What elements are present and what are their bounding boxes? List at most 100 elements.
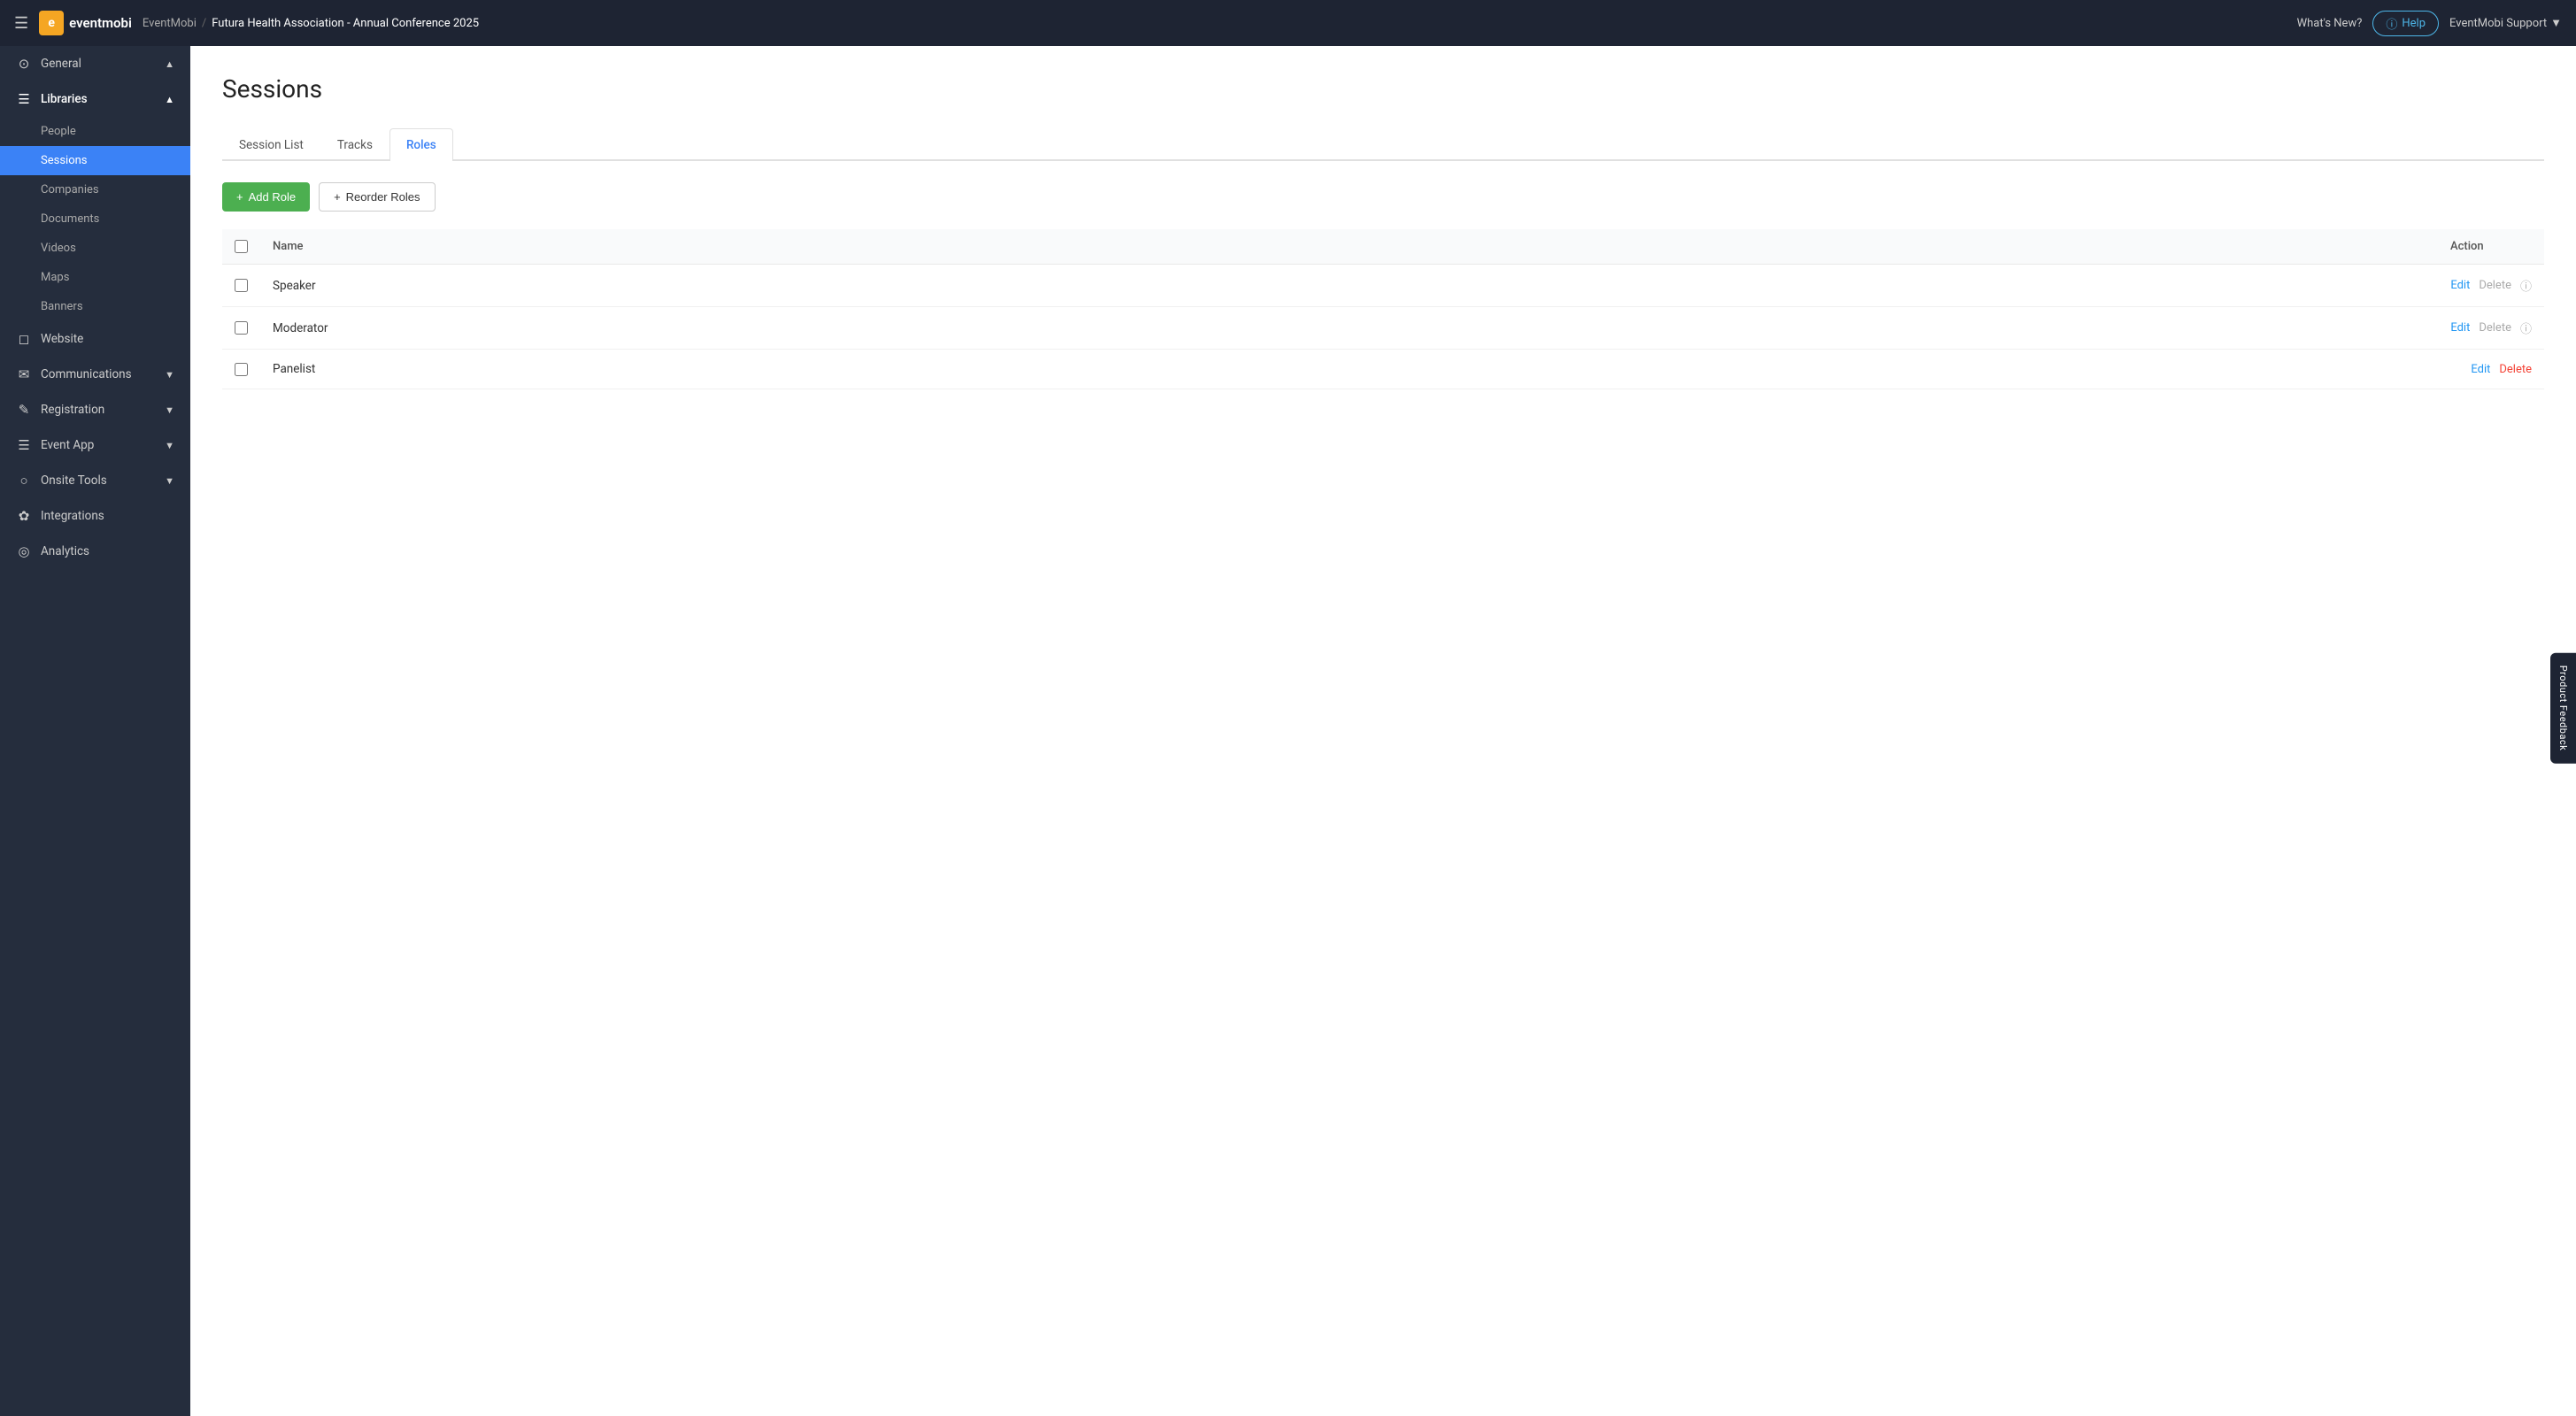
- logo-text: eventmobi: [69, 15, 132, 31]
- sidebar-item-registration[interactable]: ✎ Registration ▼: [0, 392, 190, 427]
- help-label: Help: [2402, 17, 2426, 30]
- row-checkbox[interactable]: [235, 321, 248, 335]
- sidebar-item-maps[interactable]: Maps: [0, 263, 190, 292]
- info-icon[interactable]: ⓘ: [2520, 277, 2532, 294]
- delete-button[interactable]: Delete: [2479, 321, 2511, 335]
- sidebar-item-libraries[interactable]: ☰ Libraries ▲: [0, 81, 190, 117]
- header-action: Action: [2438, 229, 2544, 265]
- table-row: Speaker Edit Delete ⓘ: [222, 265, 2544, 307]
- communications-icon: ✉: [16, 366, 32, 382]
- documents-label: Documents: [41, 212, 99, 226]
- breadcrumb: EventMobi / Futura Health Association - …: [143, 17, 479, 30]
- videos-label: Videos: [41, 242, 76, 255]
- general-icon: ⊙: [16, 56, 32, 72]
- sidebar-item-label-event-app: Event App: [41, 438, 94, 452]
- support-chevron: ▼: [2550, 16, 2562, 30]
- tab-tracks[interactable]: Tracks: [320, 128, 389, 161]
- sidebar-item-documents[interactable]: Documents: [0, 204, 190, 234]
- event-app-icon: ☰: [16, 437, 32, 453]
- row-checkbox[interactable]: [235, 279, 248, 292]
- sidebar-item-videos[interactable]: Videos: [0, 234, 190, 263]
- help-icon: ⓘ: [2386, 15, 2397, 32]
- integrations-icon: ✿: [16, 508, 32, 524]
- row-name: Moderator: [273, 321, 328, 335]
- edit-button[interactable]: Edit: [2450, 321, 2470, 335]
- delete-button[interactable]: Delete: [2499, 363, 2532, 376]
- tabs-container: Session List Tracks Roles: [222, 128, 2544, 161]
- row-action-cell: Edit Delete ⓘ: [2438, 307, 2544, 350]
- sidebar-item-sessions[interactable]: Sessions: [0, 146, 190, 175]
- action-header-label: Action: [2450, 240, 2484, 253]
- sidebar-item-companies[interactable]: Companies: [0, 175, 190, 204]
- name-header-label: Name: [273, 240, 304, 253]
- chevron-icon: ▼: [165, 440, 174, 451]
- header-name: Name: [260, 229, 2438, 265]
- toolbar: + Add Role + Reorder Roles: [222, 182, 2544, 212]
- add-role-label: Add Role: [249, 190, 296, 204]
- sessions-label: Sessions: [41, 154, 88, 167]
- edit-button[interactable]: Edit: [2450, 279, 2470, 292]
- sidebar-item-event-app[interactable]: ☰ Event App ▼: [0, 427, 190, 463]
- header-checkbox-col: [222, 229, 260, 265]
- sidebar-item-banners[interactable]: Banners: [0, 292, 190, 321]
- breadcrumb-org[interactable]: EventMobi: [143, 17, 197, 30]
- chevron-icon: ▲: [165, 94, 174, 105]
- sidebar-item-label-website: Website: [41, 332, 83, 346]
- sidebar: ⊙ General ▲ ☰ Libraries ▲ People Session…: [0, 46, 190, 1416]
- row-name: Speaker: [273, 279, 316, 293]
- row-name-cell: Moderator: [260, 307, 2438, 350]
- tab-tracks-label: Tracks: [337, 138, 373, 152]
- hamburger-menu[interactable]: ☰: [14, 14, 28, 33]
- sidebar-item-label-communications: Communications: [41, 367, 132, 381]
- add-role-button[interactable]: + Add Role: [222, 182, 310, 212]
- row-checkbox-cell: [222, 307, 260, 350]
- product-feedback-tab[interactable]: Product Feedback: [2550, 653, 2576, 764]
- navbar: ☰ e eventmobi EventMobi / Futura Health …: [0, 0, 2576, 46]
- sidebar-item-integrations[interactable]: ✿ Integrations: [0, 498, 190, 534]
- analytics-icon: ◎: [16, 543, 32, 559]
- sidebar-item-label-registration: Registration: [41, 403, 104, 417]
- main-content: Sessions Session List Tracks Roles + Add…: [190, 46, 2576, 1416]
- plus-icon: +: [236, 190, 243, 204]
- sidebar-item-label-integrations: Integrations: [41, 509, 104, 523]
- sidebar-item-people[interactable]: People: [0, 117, 190, 146]
- help-button[interactable]: ⓘ Help: [2372, 11, 2439, 36]
- sidebar-item-label-onsite-tools: Onsite Tools: [41, 473, 107, 488]
- banners-label: Banners: [41, 300, 83, 313]
- libraries-icon: ☰: [16, 91, 32, 107]
- tab-roles[interactable]: Roles: [389, 128, 453, 161]
- sidebar-item-label-analytics: Analytics: [41, 544, 89, 558]
- feedback-label: Product Feedback: [2557, 666, 2569, 751]
- row-action-cell: Edit Delete ⓘ: [2438, 265, 2544, 307]
- maps-label: Maps: [41, 271, 69, 284]
- registration-icon: ✎: [16, 402, 32, 418]
- chevron-icon: ▲: [165, 58, 174, 70]
- app-logo[interactable]: e eventmobi: [39, 11, 132, 35]
- sidebar-item-website[interactable]: ◻ Website: [0, 321, 190, 357]
- sidebar-item-analytics[interactable]: ◎ Analytics: [0, 534, 190, 569]
- chevron-icon: ▼: [165, 369, 174, 381]
- whats-new-link[interactable]: What's New?: [2297, 17, 2363, 30]
- row-action-cell: Edit Delete: [2438, 350, 2544, 389]
- sidebar-item-onsite-tools[interactable]: ○ Onsite Tools ▼: [0, 463, 190, 498]
- breadcrumb-sep: /: [202, 17, 206, 30]
- select-all-checkbox[interactable]: [235, 240, 248, 253]
- reorder-roles-label: Reorder Roles: [346, 190, 420, 204]
- row-name-cell: Panelist: [260, 350, 2438, 389]
- sidebar-item-general[interactable]: ⊙ General ▲: [0, 46, 190, 81]
- chevron-icon: ▼: [165, 475, 174, 487]
- delete-button[interactable]: Delete: [2479, 279, 2511, 292]
- website-icon: ◻: [16, 331, 32, 347]
- row-checkbox-cell: [222, 265, 260, 307]
- tab-session-list[interactable]: Session List: [222, 128, 320, 161]
- row-name: Panelist: [273, 362, 315, 376]
- edit-button[interactable]: Edit: [2471, 363, 2490, 376]
- info-icon[interactable]: ⓘ: [2520, 319, 2532, 336]
- row-checkbox[interactable]: [235, 363, 248, 376]
- support-menu[interactable]: EventMobi Support ▼: [2449, 16, 2562, 30]
- reorder-roles-button[interactable]: + Reorder Roles: [319, 182, 435, 212]
- sidebar-item-communications[interactable]: ✉ Communications ▼: [0, 357, 190, 392]
- plus-icon-reorder: +: [334, 190, 341, 204]
- breadcrumb-event[interactable]: Futura Health Association - Annual Confe…: [212, 17, 479, 30]
- page-title: Sessions: [222, 74, 2544, 104]
